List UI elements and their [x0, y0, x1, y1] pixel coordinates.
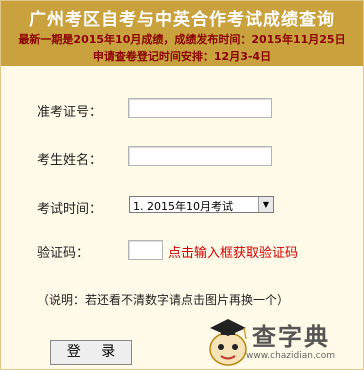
- exam-time-selected-value: 1. 2015年10月考试: [133, 200, 233, 213]
- captcha-note: （说明：若还看不清数字请点击图片再换一个）: [37, 293, 290, 307]
- ticket-number-input[interactable]: [128, 98, 272, 118]
- dropdown-arrow-icon[interactable]: ▼: [258, 197, 273, 212]
- exam-time-select[interactable]: 1. 2015年10月考试 ▼: [129, 196, 274, 213]
- release-notice: 最新一期是2015年10月成绩，成绩发布时间：2015年11月25日: [18, 33, 346, 46]
- captcha-label: 验证码：: [37, 246, 90, 261]
- site-watermark: 查字典 www.chazidian.com: [206, 313, 356, 369]
- captcha-hint: 点击输入框获取验证码: [168, 246, 299, 261]
- candidate-name-input[interactable]: [128, 146, 272, 166]
- graduate-mascot-icon: [209, 319, 247, 366]
- watermark-url: www.chazidian.com: [246, 351, 336, 361]
- ticket-number-label: 准考证号：: [37, 105, 103, 120]
- candidate-name-label: 考生姓名：: [37, 153, 103, 168]
- exam-time-label: 考试时间：: [37, 202, 103, 217]
- login-button[interactable]: 登 录: [50, 340, 132, 365]
- review-notice: 申请查卷登记时间安排：12月3-4日: [92, 50, 272, 63]
- header-banner: 广州考区自考与中英合作考试成绩查询 最新一期是2015年10月成绩，成绩发布时间…: [1, 1, 363, 66]
- page-title: 广州考区自考与中英合作考试成绩查询: [29, 10, 335, 30]
- captcha-input[interactable]: [128, 240, 163, 260]
- query-page: 广州考区自考与中英合作考试成绩查询 最新一期是2015年10月成绩，成绩发布时间…: [0, 0, 364, 370]
- watermark-brand: 查字典: [252, 323, 330, 351]
